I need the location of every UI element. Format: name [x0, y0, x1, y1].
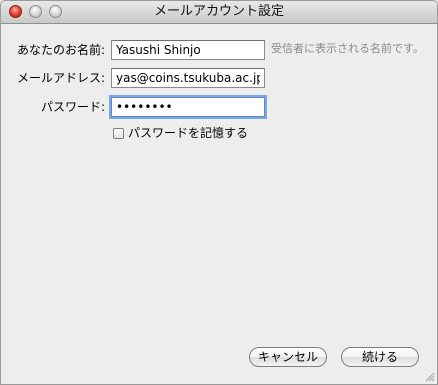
mail-account-setup-window: メールアカウント設定 あなたのお名前: 受信者に表示される名前です。 メールアド… — [0, 0, 438, 385]
window-title: メールアカウント設定 — [153, 4, 284, 19]
title-bar[interactable]: メールアカウント設定 — [1, 1, 437, 24]
cancel-button[interactable]: キャンセル — [249, 347, 327, 367]
name-label: あなたのお名前: — [16, 43, 105, 57]
password-label: パスワード: — [40, 100, 105, 114]
resize-grip-icon[interactable] — [425, 372, 435, 382]
continue-button[interactable]: 続ける — [341, 347, 419, 367]
remember-password-row[interactable]: パスワードを記憶する — [113, 125, 248, 141]
name-hint: 受信者に表示される名前です。 — [271, 42, 424, 55]
remember-password-label[interactable]: パスワードを記憶する — [128, 125, 248, 141]
password-field[interactable] — [111, 97, 265, 117]
email-label: メールアドレス: — [16, 71, 105, 85]
email-field[interactable] — [111, 68, 265, 88]
remember-password-checkbox[interactable] — [113, 127, 124, 139]
name-field[interactable] — [111, 40, 265, 60]
